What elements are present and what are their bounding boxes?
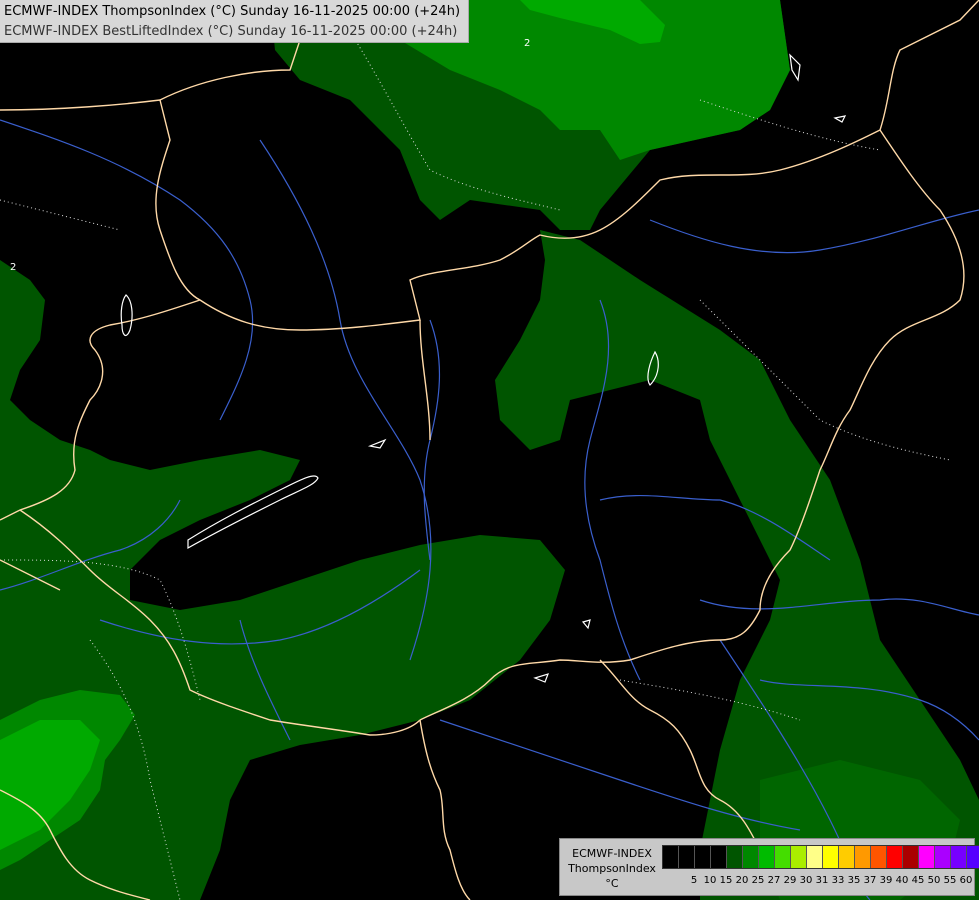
legend-swatch [679, 846, 695, 868]
legend-swatch [839, 846, 855, 868]
contour-label: 2 [524, 38, 530, 49]
title-best-lifted-index: ECMWF-INDEX BestLiftedIndex (°C) Sunday … [4, 24, 458, 39]
legend-tick-labels: 5 10 15 20 25 27 29 30 31 33 35 37 39 40 45 50 55 60 [662, 875, 974, 889]
legend-model-name: ECMWF-INDEX [572, 847, 652, 860]
legend-swatch [951, 846, 967, 868]
legend-tick-label: 60 [959, 875, 973, 886]
weather-map: 2 2 ECMWF-INDEX ThompsonIndex (°C) Sunda… [0, 0, 979, 900]
map-canvas: 2 2 [0, 0, 979, 900]
legend-swatch [743, 846, 759, 868]
map-title-box: ECMWF-INDEX ThompsonIndex (°C) Sunday 16… [0, 0, 469, 43]
legend-swatch [871, 846, 887, 868]
legend-swatch [823, 846, 839, 868]
legend-swatch [711, 846, 727, 868]
legend-color-bar [662, 845, 979, 869]
legend-swatch [791, 846, 807, 868]
color-legend: ECMWF-INDEX ThompsonIndex °C 5 10 15 20 25 27… [559, 838, 979, 896]
legend-parameter-name: ThompsonIndex [568, 862, 656, 875]
legend-swatch [855, 846, 871, 868]
legend-swatch [807, 846, 823, 868]
legend-swatch [887, 846, 903, 868]
legend-swatch [935, 846, 951, 868]
legend-swatch [775, 846, 791, 868]
legend-swatch [919, 846, 935, 868]
legend-swatch [695, 846, 711, 868]
contour-label: 2 [10, 262, 16, 273]
legend-swatch [759, 846, 775, 868]
legend-swatch [663, 846, 679, 868]
legend-swatch [903, 846, 919, 868]
legend-swatch [727, 846, 743, 868]
legend-unit: °C [605, 877, 619, 890]
title-thompson-index: ECMWF-INDEX ThompsonIndex (°C) Sunday 16… [4, 4, 461, 19]
legend-swatch [967, 846, 979, 868]
